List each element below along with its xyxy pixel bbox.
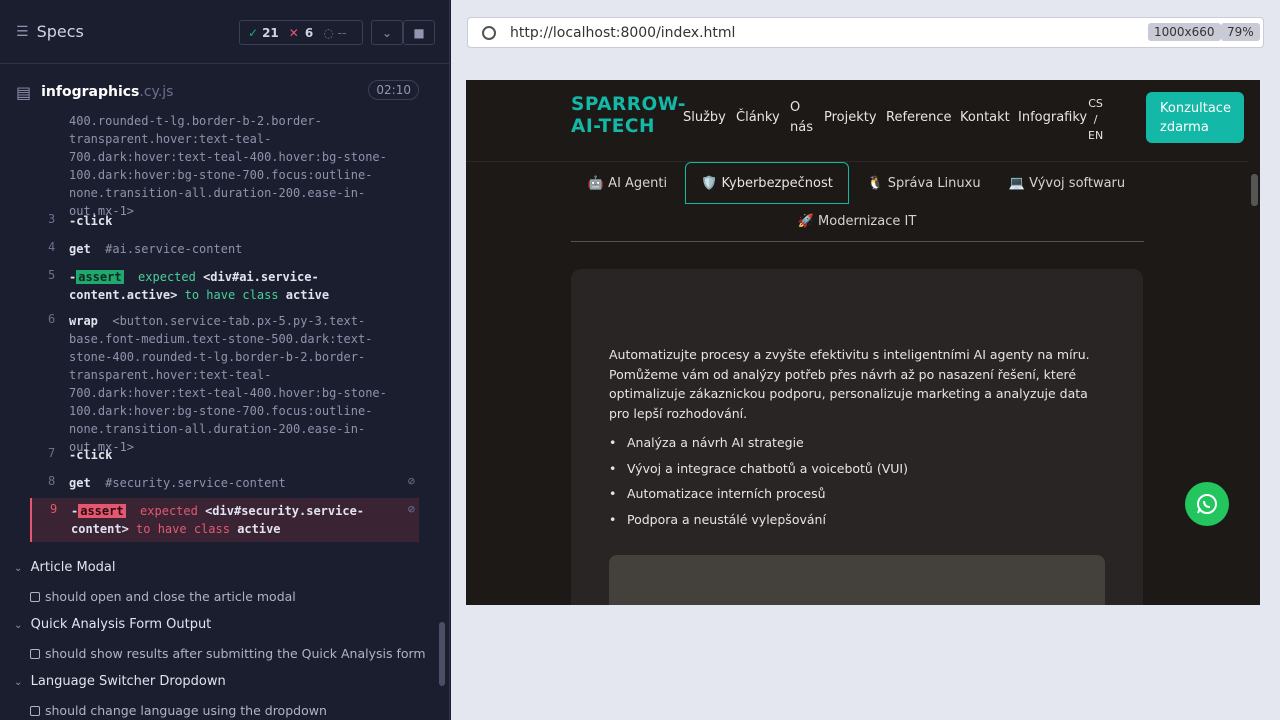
x-icon: ✕ [288, 25, 299, 40]
specs-title[interactable]: Specs [37, 22, 84, 41]
test-status-icon [30, 705, 40, 716]
command-number: 4 [48, 240, 56, 254]
service-content-card: Automatizujte procesy a zvyšte efektivit… [571, 269, 1143, 605]
stop-icon[interactable]: ■ [403, 20, 435, 45]
site-logo[interactable]: SPARROW- AI-TECH [571, 94, 686, 138]
zoom-level: 79% [1221, 23, 1260, 41]
nav-o-nas-line2[interactable]: nás [790, 120, 813, 135]
chevron-down-icon: ⌄ [14, 563, 23, 574]
url-text: http://localhost:8000/index.html [510, 24, 736, 41]
eye-slash-icon[interactable]: ⊘ [408, 474, 415, 488]
nav-sluzby[interactable]: Služby [683, 110, 726, 125]
service-description: Automatizujte procesy a zvyšte efektivit… [609, 347, 1090, 421]
command-content: get #security.service-content [69, 476, 286, 490]
eye-slash-icon[interactable]: ⊘ [408, 502, 415, 516]
consultation-button[interactable]: Konzultace zdarma [1146, 92, 1244, 143]
command-number: 7 [48, 446, 56, 460]
viewport-size: 1000x660 [1148, 23, 1221, 41]
spec-duration: 02:10 [368, 80, 419, 100]
nav-clanky[interactable]: Články [736, 110, 780, 125]
specs-list-icon[interactable]: ☰ [16, 24, 29, 40]
command-number: 3 [48, 212, 56, 226]
spec-name: infographics [41, 84, 140, 100]
tabs-divider [571, 241, 1144, 242]
scrollbar-thumb[interactable] [439, 622, 445, 686]
tab-ai-agenti[interactable]: 🤖 AI Agenti [571, 162, 684, 204]
list-item: Podpora a neustálé vylepšování [609, 512, 1109, 538]
chevron-down-icon[interactable]: ⌄ [371, 20, 403, 45]
command-content: - assert expected <div#ai.service-content… [69, 270, 330, 302]
tab-kyberbezpecnost[interactable]: 🛡️ Kyberbezpečnost [685, 162, 849, 204]
nav-infografiky[interactable]: Infografiky [1018, 110, 1087, 125]
globe-icon [482, 25, 496, 40]
viewport-scrollbar[interactable] [1248, 80, 1260, 605]
chevron-down-icon: ⌄ [14, 620, 23, 631]
test-status-icon [30, 591, 40, 602]
file-icon: ▤ [16, 82, 32, 102]
test-item[interactable]: should open and close the article modal [30, 589, 296, 604]
language-switcher[interactable]: CS / EN [1088, 96, 1103, 144]
failed-command-row[interactable]: 9 - assert expected <div#security.service… [30, 498, 419, 542]
site-header: SPARROW- AI-TECH Služby Články O nás Proj… [466, 80, 1248, 162]
address-bar[interactable]: http://localhost:8000/index.html 1000x66… [467, 17, 1264, 48]
spec-file-header: ▤ infographics .cy.js 02:10 [16, 80, 419, 104]
nav-kontakt[interactable]: Kontakt [960, 110, 1010, 125]
spec-extension: .cy.js [139, 84, 174, 100]
command-selector: 400.rounded-t-lg.border-b-2.border-trans… [69, 114, 387, 218]
tab-vyvoj-softwaru[interactable]: 💻 Vývoj softwaru [1003, 162, 1131, 204]
tab-modernizace-it[interactable]: 🚀 Modernizace IT [785, 200, 929, 242]
command-content: get #ai.service-content [69, 242, 243, 256]
cypress-runner-panel: ☰ Specs ✓ 21 ✕ 6 ◌ -- ⌄ ■ ▤ infographics… [0, 0, 450, 720]
list-item: Analýza a návrh AI strategie [609, 435, 1109, 461]
test-item[interactable]: should change language using the dropdow… [30, 703, 327, 718]
nav-o-nas-line1[interactable]: O [790, 100, 800, 115]
suite-article-modal[interactable]: ⌄ Article Modal [14, 560, 116, 575]
suite-quick-analysis[interactable]: ⌄ Quick Analysis Form Output [14, 617, 211, 632]
failed-count: 6 [304, 25, 314, 40]
command-log: 400.rounded-t-lg.border-b-2.border-trans… [30, 112, 419, 544]
test-item[interactable]: should show results after submitting the… [30, 646, 426, 661]
service-inner-panel [609, 555, 1105, 605]
pending-icon: ◌ [323, 25, 334, 40]
nav-projekty[interactable]: Projekty [824, 110, 877, 125]
app-viewport: SPARROW- AI-TECH Služby Články O nás Proj… [466, 80, 1260, 605]
command-name: -click [69, 448, 113, 462]
list-item: Vývoj a integrace chatbotů a voicebotů (… [609, 461, 1109, 487]
scrollbar-thumb[interactable] [1251, 174, 1258, 206]
command-content: - assert expected <div#security.service-c… [71, 504, 365, 536]
nav-reference[interactable]: Reference [886, 110, 951, 125]
browser-preview: http://localhost:8000/index.html 1000x66… [451, 0, 1280, 720]
command-content: wrap <button.service-tab.px-5.py-3.text-… [69, 314, 387, 454]
command-number: 5 [48, 268, 56, 282]
pending-count: -- [337, 25, 347, 40]
command-number: 8 [48, 474, 56, 488]
suite-language-switcher[interactable]: ⌄ Language Switcher Dropdown [14, 674, 226, 689]
command-number: 6 [48, 312, 56, 326]
check-icon: ✓ [248, 25, 259, 40]
test-stats: ✓ 21 ✕ 6 ◌ -- [239, 20, 363, 45]
whatsapp-icon[interactable] [1185, 482, 1229, 526]
service-tabs: 🤖 AI Agenti 🛡️ Kyberbezpečnost 🐧 Správa … [571, 162, 1144, 242]
list-item: Automatizace interních procesů [609, 486, 1109, 512]
chevron-down-icon: ⌄ [14, 677, 23, 688]
passed-count: 21 [262, 25, 279, 40]
tab-sprava-linuxu[interactable]: 🐧 Správa Linuxu [859, 162, 989, 204]
command-number: 9 [50, 502, 58, 516]
service-bullets: Analýza a návrh AI strategie Vývoj a int… [609, 435, 1109, 537]
command-name: -click [69, 214, 113, 228]
test-status-icon [30, 648, 40, 659]
